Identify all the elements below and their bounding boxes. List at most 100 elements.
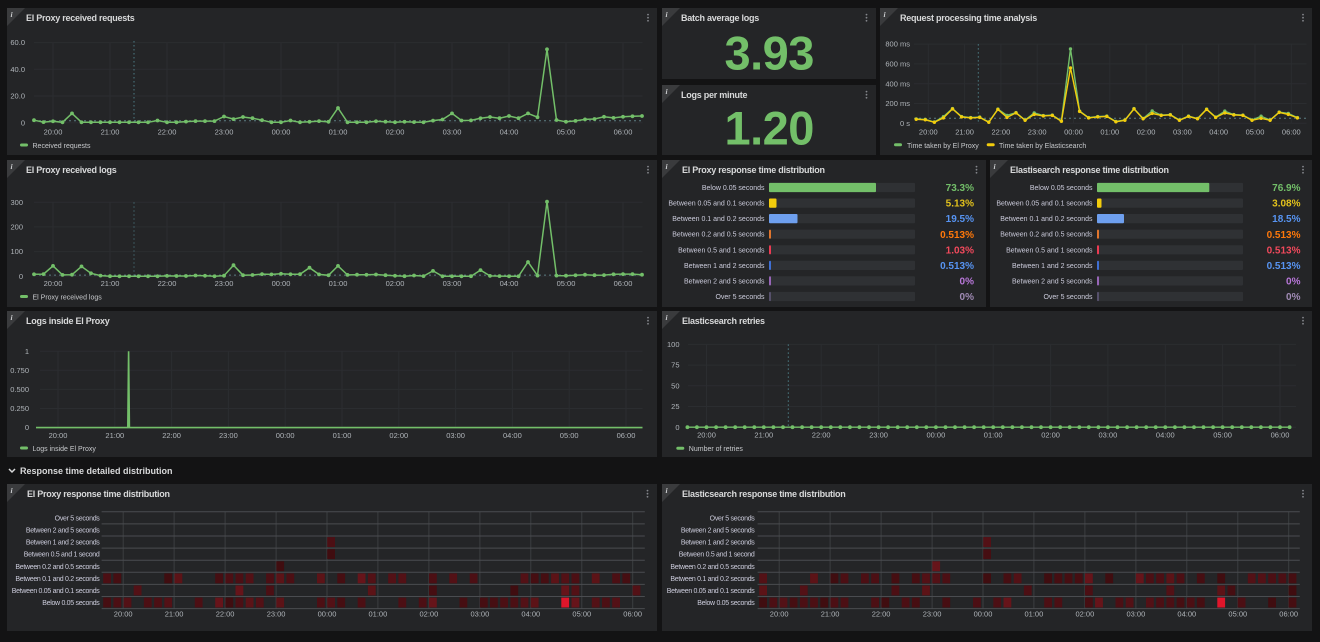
svg-text:Between 0.2 and 0.5 seconds: Between 0.2 and 0.5 seconds (15, 564, 100, 571)
svg-text:21:00: 21:00 (821, 610, 840, 619)
svg-text:Between 2 and 5 seconds: Between 2 and 5 seconds (1012, 278, 1093, 285)
svg-text:02:00: 02:00 (1137, 127, 1156, 136)
svg-text:01:00: 01:00 (329, 279, 348, 288)
svg-text:23:00: 23:00 (1028, 127, 1047, 136)
svg-text:00:00: 00:00 (276, 431, 295, 440)
svg-text:21:00: 21:00 (101, 127, 120, 136)
svg-text:Elasticsearch retries: Elasticsearch retries (682, 316, 765, 326)
svg-text:0%: 0% (1286, 277, 1301, 288)
svg-text:0: 0 (25, 423, 29, 432)
svg-text:Received requests: Received requests (33, 143, 91, 150)
svg-text:El Proxy received logs: El Proxy received logs (26, 165, 117, 175)
svg-text:Below 0.05 seconds: Below 0.05 seconds (42, 600, 100, 607)
svg-text:22:00: 22:00 (162, 431, 181, 440)
svg-text:0.513%: 0.513% (940, 261, 974, 272)
svg-text:Between 2 and 5 seconds: Between 2 and 5 seconds (26, 527, 100, 534)
svg-text:03:00: 03:00 (446, 431, 465, 440)
svg-text:04:00: 04:00 (1209, 127, 1228, 136)
svg-text:Time taken by Elasticsearch: Time taken by Elasticsearch (999, 143, 1086, 150)
svg-text:3.08%: 3.08% (1272, 199, 1300, 210)
svg-text:El Proxy received requests: El Proxy received requests (26, 13, 135, 23)
svg-text:06:00: 06:00 (1282, 127, 1301, 136)
svg-text:Between 0.1 and 0.2 seconds: Between 0.1 and 0.2 seconds (670, 576, 755, 583)
svg-text:Below 0.05 seconds: Below 0.05 seconds (697, 600, 755, 607)
svg-text:200 ms: 200 ms (885, 99, 910, 108)
svg-text:Over 5 seconds: Over 5 seconds (715, 294, 765, 301)
svg-text:Elastisearch response time dis: Elastisearch response time distribution (1010, 165, 1169, 175)
svg-text:Between 0.2 and 0.5 seconds: Between 0.2 and 0.5 seconds (1000, 232, 1093, 239)
svg-text:02:00: 02:00 (386, 127, 405, 136)
svg-text:03:00: 03:00 (471, 610, 490, 619)
svg-text:Between 0.05 and 0.1 seconds: Between 0.05 and 0.1 seconds (667, 588, 756, 595)
svg-text:23:00: 23:00 (869, 431, 888, 440)
svg-text:20:00: 20:00 (919, 127, 938, 136)
svg-text:22:00: 22:00 (158, 279, 177, 288)
svg-text:04:00: 04:00 (503, 431, 522, 440)
svg-text:Number of retries: Number of retries (689, 446, 744, 453)
svg-text:1.20: 1.20 (724, 101, 813, 154)
svg-text:20:00: 20:00 (49, 431, 68, 440)
svg-text:22:00: 22:00 (216, 610, 235, 619)
svg-text:0.513%: 0.513% (940, 230, 974, 241)
svg-text:Over 5 seconds: Over 5 seconds (55, 515, 101, 522)
svg-text:01:00: 01:00 (333, 431, 352, 440)
svg-text:Logs inside El Proxy: Logs inside El Proxy (33, 446, 97, 453)
svg-text:00:00: 00:00 (1064, 127, 1083, 136)
svg-text:Between 0.5 and 1 second: Between 0.5 and 1 second (679, 552, 755, 559)
svg-text:02:00: 02:00 (386, 279, 405, 288)
svg-text:18.5%: 18.5% (1272, 214, 1300, 225)
svg-text:Between 0.5 and 1 seconds: Between 0.5 and 1 seconds (1006, 247, 1093, 254)
svg-text:00:00: 00:00 (272, 127, 291, 136)
svg-text:0%: 0% (960, 292, 975, 303)
svg-text:50: 50 (671, 381, 679, 390)
svg-text:00:00: 00:00 (974, 610, 993, 619)
svg-text:0: 0 (675, 423, 679, 432)
svg-text:Logs per minute: Logs per minute (681, 89, 747, 99)
svg-text:Between 0.2 and 0.5 seconds: Between 0.2 and 0.5 seconds (670, 564, 755, 571)
svg-text:Between 2 and 5 seconds: Between 2 and 5 seconds (684, 278, 765, 285)
svg-text:100: 100 (667, 340, 680, 349)
svg-text:400 ms: 400 ms (885, 79, 910, 88)
svg-text:06:00: 06:00 (617, 431, 636, 440)
svg-text:04:00: 04:00 (500, 279, 519, 288)
svg-text:El Proxy response time distrib: El Proxy response time distribution (27, 489, 170, 499)
svg-text:01:00: 01:00 (984, 431, 1003, 440)
svg-text:22:00: 22:00 (872, 610, 891, 619)
svg-text:03:00: 03:00 (1173, 127, 1192, 136)
svg-text:Between 0.5 and 1 second: Between 0.5 and 1 second (24, 552, 100, 559)
svg-text:03:00: 03:00 (1099, 431, 1118, 440)
svg-text:Between 0.1 and 0.2 seconds: Between 0.1 and 0.2 seconds (1000, 216, 1093, 223)
svg-text:06:00: 06:00 (1271, 431, 1290, 440)
svg-text:0: 0 (21, 118, 25, 127)
svg-text:Between 0.5 and 1 seconds: Between 0.5 and 1 seconds (678, 247, 765, 254)
svg-text:20:00: 20:00 (114, 610, 133, 619)
svg-text:Between 0.1 and 0.2 seconds: Between 0.1 and 0.2 seconds (672, 216, 765, 223)
svg-text:Between 2 and 5 seconds: Between 2 and 5 seconds (681, 527, 755, 534)
svg-text:Response time detailed distrib: Response time detailed distribution (20, 466, 173, 476)
svg-text:22:00: 22:00 (158, 127, 177, 136)
svg-text:Batch average logs: Batch average logs (681, 13, 759, 23)
svg-text:600 ms: 600 ms (885, 60, 910, 69)
svg-text:Between 1 and 2 seconds: Between 1 and 2 seconds (26, 540, 100, 547)
svg-text:1.03%: 1.03% (946, 245, 974, 256)
svg-text:23:00: 23:00 (267, 610, 286, 619)
svg-text:21:00: 21:00 (105, 431, 124, 440)
svg-text:Between 0.1 and 0.2 seconds: Between 0.1 and 0.2 seconds (15, 576, 100, 583)
svg-text:Over 5 seconds: Over 5 seconds (710, 515, 756, 522)
svg-text:23:00: 23:00 (219, 431, 238, 440)
svg-text:05:00: 05:00 (572, 610, 591, 619)
svg-text:02:00: 02:00 (1041, 431, 1060, 440)
svg-text:Request processing time analys: Request processing time analysis (900, 13, 1037, 23)
svg-text:Over 5 seconds: Over 5 seconds (1043, 294, 1093, 301)
svg-text:00:00: 00:00 (927, 431, 946, 440)
svg-text:00:00: 00:00 (272, 279, 291, 288)
svg-text:21:00: 21:00 (754, 431, 773, 440)
svg-text:01:00: 01:00 (329, 127, 348, 136)
svg-text:04:00: 04:00 (1156, 431, 1175, 440)
svg-text:Elasticsearch response time di: Elasticsearch response time distribution (682, 489, 846, 499)
svg-text:El Proxy received logs: El Proxy received logs (33, 295, 103, 302)
svg-text:06:00: 06:00 (614, 127, 633, 136)
svg-text:Between 1 and 2 seconds: Between 1 and 2 seconds (1012, 263, 1093, 270)
svg-text:20:00: 20:00 (44, 279, 63, 288)
svg-text:Between 0.05 and 0.1 seconds: Between 0.05 and 0.1 seconds (12, 588, 101, 595)
